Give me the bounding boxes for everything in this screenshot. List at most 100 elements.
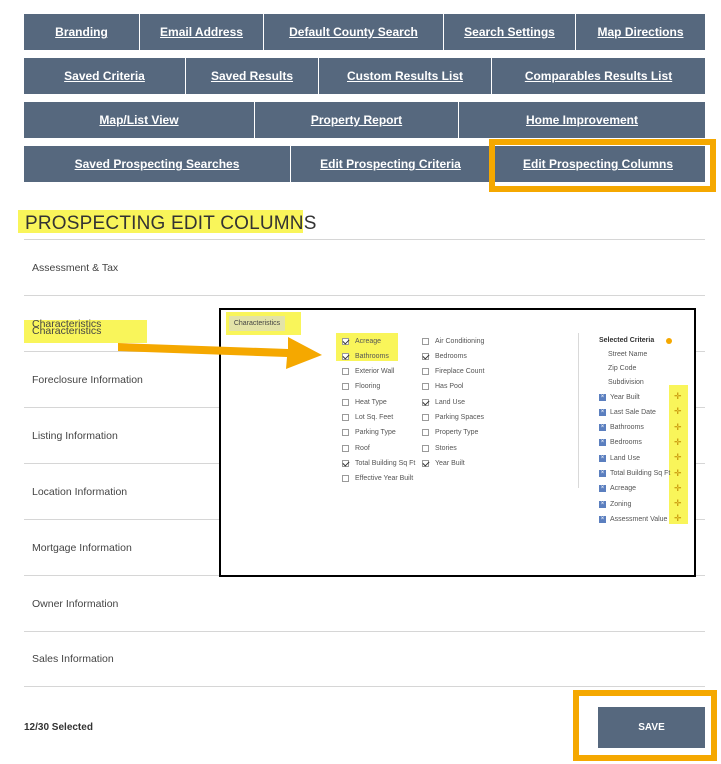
nav-email-address[interactable]: Email Address <box>140 14 264 50</box>
remove-icon[interactable]: × <box>599 393 606 401</box>
checkbox-b0[interactable]: Air Conditioning <box>422 335 484 347</box>
checkbox-1[interactable]: Bathrooms <box>342 350 389 362</box>
remove-icon[interactable]: × <box>599 500 606 508</box>
drag-handle-icon[interactable]: ✛ <box>674 499 682 508</box>
selected-criteria-label: Bathrooms <box>610 424 644 432</box>
selected-criteria-item: × Bedrooms <box>599 437 642 449</box>
checkbox-icon[interactable] <box>342 383 349 391</box>
checkbox-label: Heat Type <box>355 398 387 406</box>
checkbox-label: Has Pool <box>435 383 464 391</box>
selected-criteria-item: × Land Use <box>599 452 640 464</box>
checkbox-b1[interactable]: Bedrooms <box>422 350 467 362</box>
save-button[interactable]: SAVE <box>598 707 705 748</box>
nav-saved-prospecting-searches[interactable]: Saved Prospecting Searches <box>24 146 291 182</box>
drag-handle-icon[interactable]: ✛ <box>674 422 682 432</box>
popup-header: Characteristics <box>229 316 285 331</box>
nav-comparables-results-list[interactable]: Comparables Results List <box>492 58 705 94</box>
nav-default-county-search[interactable]: Default County Search <box>264 14 444 50</box>
checkbox-icon[interactable] <box>342 444 349 452</box>
checkbox-b6[interactable]: Property Type <box>422 427 478 439</box>
checkbox-2[interactable]: Exterior Wall <box>342 366 394 378</box>
nav-custom-results-list[interactable]: Custom Results List <box>319 58 492 94</box>
checkbox-b5[interactable]: Parking Spaces <box>422 412 484 424</box>
checkbox-label: Roof <box>355 444 370 452</box>
nav-edit-prospecting-criteria[interactable]: Edit Prospecting Criteria <box>291 146 491 182</box>
drag-handle-icon[interactable]: ✛ <box>674 453 682 462</box>
drag-handle-icon[interactable]: ✛ <box>674 392 682 401</box>
checkbox-b4[interactable]: Land Use <box>422 396 465 408</box>
nav-branding[interactable]: Branding <box>24 14 140 50</box>
checkbox-9[interactable]: Effective Year Built <box>342 473 413 485</box>
checkbox-icon[interactable] <box>422 444 429 452</box>
selected-criteria-label: Year Built <box>610 393 640 401</box>
checkbox-icon[interactable] <box>342 398 349 406</box>
checkbox-b7[interactable]: Stories <box>422 442 457 454</box>
checkbox-b8[interactable]: Year Built <box>422 457 465 469</box>
remove-icon[interactable]: × <box>599 515 606 523</box>
remove-icon[interactable]: × <box>599 408 606 416</box>
checked-checkbox-icon[interactable] <box>342 459 349 467</box>
category-owner-information[interactable]: Owner Information <box>24 575 705 631</box>
drag-handle-icon[interactable]: ✛ <box>674 468 682 478</box>
checkbox-label: Bedrooms <box>435 352 467 360</box>
checked-checkbox-icon[interactable] <box>342 352 349 360</box>
remove-icon[interactable]: × <box>599 454 606 462</box>
selected-criteria-label: Assessment Value <box>610 515 668 523</box>
nav-edit-prospecting-columns[interactable]: Edit Prospecting Columns <box>491 146 705 182</box>
checkbox-icon[interactable] <box>422 337 429 345</box>
nav-row-4: Saved Prospecting Searches Edit Prospect… <box>24 146 705 182</box>
checkbox-icon[interactable] <box>342 368 349 376</box>
checkbox-label: Bathrooms <box>355 352 389 360</box>
selected-criteria-label: Bedrooms <box>610 439 642 447</box>
checkbox-8[interactable]: Total Building Sq Ft <box>342 457 415 469</box>
category-assessment-tax[interactable]: Assessment & Tax <box>24 239 705 295</box>
category-sales-information[interactable]: Sales Information <box>24 631 705 687</box>
checkbox-6[interactable]: Parking Type <box>342 427 396 439</box>
selected-criteria-item: × Bathrooms <box>599 422 644 434</box>
remove-icon[interactable]: × <box>599 470 606 477</box>
selected-criteria-item: × Zoning <box>599 498 631 510</box>
checkbox-3[interactable]: Flooring <box>342 381 380 393</box>
checkbox-label: Total Building Sq Ft <box>355 459 416 467</box>
nav-saved-criteria[interactable]: Saved Criteria <box>24 58 186 94</box>
checked-checkbox-icon[interactable] <box>342 337 349 345</box>
remove-icon[interactable]: × <box>599 424 606 432</box>
selected-criteria-label: Total Building Sq Ft <box>610 470 671 477</box>
checked-checkbox-icon[interactable] <box>422 352 429 360</box>
checked-checkbox-icon[interactable] <box>422 398 429 406</box>
checkbox-icon[interactable] <box>422 368 429 376</box>
nav-map-list-view[interactable]: Map/List View <box>24 102 255 138</box>
drag-handle-icon[interactable]: ✛ <box>674 483 682 493</box>
drag-handle-icon[interactable]: ✛ <box>674 407 682 416</box>
checked-checkbox-icon[interactable] <box>422 459 429 467</box>
fixed-criteria-street-name: Street Name <box>608 351 648 358</box>
nav-search-settings[interactable]: Search Settings <box>444 14 576 50</box>
checkbox-icon[interactable] <box>422 414 429 421</box>
checkbox-0[interactable]: Acreage <box>342 335 381 347</box>
checkbox-7[interactable]: Roof <box>342 442 370 454</box>
checkbox-b2[interactable]: Fireplace Count <box>422 366 484 378</box>
checkbox-icon[interactable] <box>342 414 349 421</box>
nav-saved-results[interactable]: Saved Results <box>186 58 319 94</box>
remove-icon[interactable]: × <box>599 439 606 447</box>
checkbox-icon[interactable] <box>342 429 349 437</box>
pointer-arrow-icon <box>118 337 322 369</box>
checkbox-5[interactable]: Lot Sq. Feet <box>342 412 393 424</box>
drag-handle-icon[interactable]: ✛ <box>674 437 682 447</box>
remove-icon[interactable]: × <box>599 485 606 493</box>
nav-row-2: Saved Criteria Saved Results Custom Resu… <box>24 58 705 94</box>
nav-home-improvement[interactable]: Home Improvement <box>459 102 705 138</box>
nav-map-directions[interactable]: Map Directions <box>576 14 705 50</box>
checkbox-icon[interactable] <box>342 475 349 483</box>
nav-property-report[interactable]: Property Report <box>255 102 459 138</box>
checkbox-label: Stories <box>435 444 457 452</box>
checkbox-label: Lot Sq. Feet <box>355 414 394 421</box>
checkbox-4[interactable]: Heat Type <box>342 396 387 408</box>
nav-row-1: Branding Email Address Default County Se… <box>24 14 705 50</box>
drag-handle-icon[interactable]: ✛ <box>674 514 682 523</box>
checkbox-b3[interactable]: Has Pool <box>422 381 463 393</box>
checkbox-icon[interactable] <box>422 383 429 391</box>
checkbox-icon[interactable] <box>422 429 429 437</box>
checkbox-label: Parking Type <box>355 429 396 437</box>
selected-criteria-item: × Assessment Value <box>599 513 667 525</box>
